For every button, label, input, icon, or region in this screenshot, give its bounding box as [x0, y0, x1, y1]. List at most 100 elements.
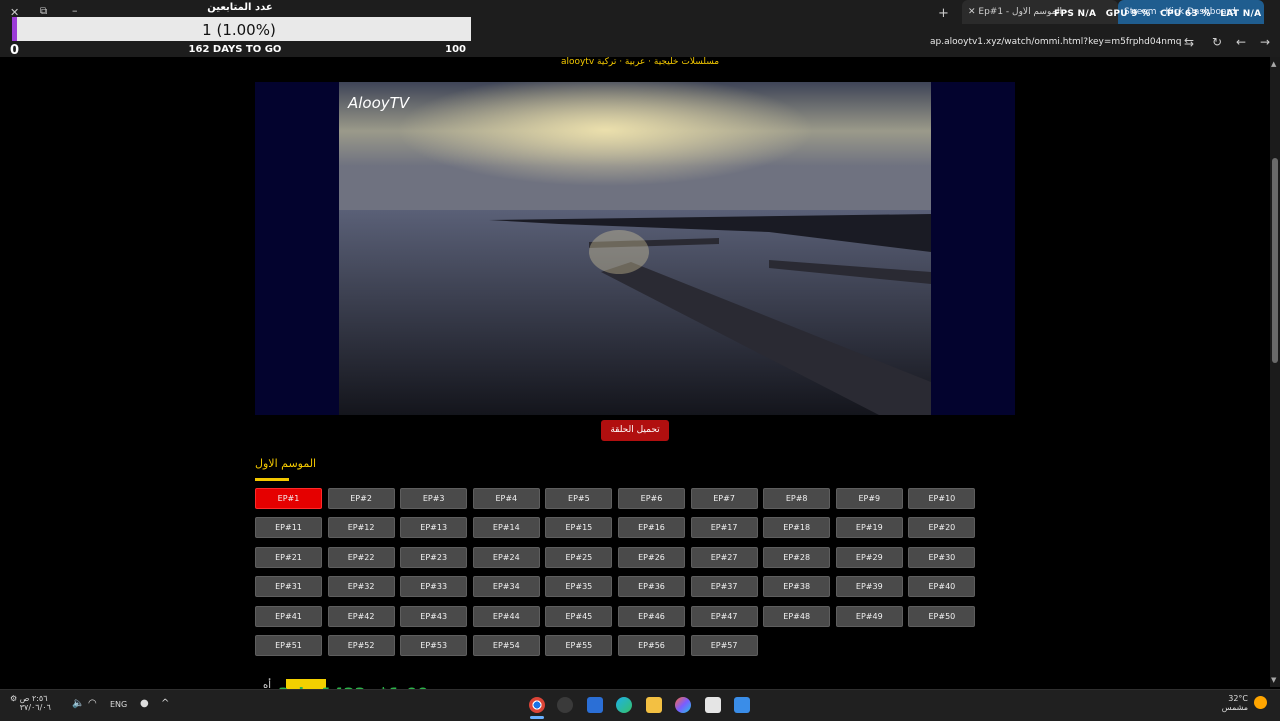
- scroll-down-icon[interactable]: ▼: [1271, 676, 1276, 684]
- app-icon[interactable]: [705, 697, 721, 713]
- episode-button[interactable]: EP#29: [835, 546, 903, 568]
- episode-button[interactable]: EP#52: [327, 635, 395, 656]
- episode-button[interactable]: EP#4: [472, 488, 540, 509]
- episode-button[interactable]: EP#20: [908, 517, 976, 539]
- episode-button[interactable]: EP#16: [618, 517, 685, 539]
- download-episode-button[interactable]: تحميل الحلقة: [601, 420, 669, 441]
- restore-icon[interactable]: ⧉: [40, 6, 47, 17]
- episode-button[interactable]: EP#48: [763, 605, 831, 627]
- episode-button[interactable]: EP#30: [908, 546, 976, 568]
- episode-button[interactable]: EP#41: [255, 605, 322, 627]
- episode-button[interactable]: EP#40: [908, 576, 976, 598]
- settings-icon[interactable]: ⚙: [10, 694, 20, 703]
- episode-button[interactable]: EP#12: [327, 517, 395, 539]
- episode-button[interactable]: EP#10: [908, 488, 976, 509]
- episode-button[interactable]: EP#37: [690, 576, 758, 598]
- volume-icon[interactable]: 🔈: [72, 698, 84, 709]
- followers-goal-title: عدد المتابعين: [207, 2, 273, 13]
- scrollbar[interactable]: [1270, 57, 1280, 687]
- episode-button[interactable]: EP#9: [835, 488, 903, 509]
- episode-button[interactable]: EP#28: [763, 546, 831, 568]
- episode-button[interactable]: EP#55: [545, 635, 613, 656]
- weather-widget[interactable]: 32°C مشمس: [1214, 694, 1248, 712]
- minimize-icon[interactable]: –: [72, 4, 78, 17]
- episode-button[interactable]: EP#32: [327, 576, 395, 598]
- episode-button[interactable]: EP#26: [618, 546, 685, 568]
- hud-lat: LAT N/A: [1220, 9, 1262, 19]
- episode-button[interactable]: EP#17: [690, 517, 758, 539]
- site-logo: AlooyTV: [348, 94, 410, 112]
- episode-button[interactable]: EP#22: [327, 546, 395, 568]
- episode-button[interactable]: EP#15: [545, 517, 613, 539]
- scroll-up-icon[interactable]: ▲: [1271, 60, 1276, 68]
- video-frame[interactable]: [339, 82, 931, 415]
- translate-icon[interactable]: ⇆: [1181, 34, 1197, 50]
- episode-button[interactable]: EP#25: [545, 546, 613, 568]
- performance-hud: FPS N/A GPU 9 % CPU 63 % LAT N/A: [1054, 9, 1274, 25]
- language-indicator[interactable]: ENG: [110, 700, 127, 709]
- followers-goal-max: 100: [445, 44, 466, 55]
- back-icon[interactable]: →: [1257, 34, 1273, 50]
- episode-button[interactable]: EP#47: [690, 605, 758, 627]
- forward-icon[interactable]: ←: [1233, 34, 1249, 50]
- episode-button[interactable]: EP#46: [618, 605, 685, 627]
- episode-button[interactable]: EP#42: [327, 605, 395, 627]
- episode-button[interactable]: EP#33: [400, 576, 468, 598]
- episode-button[interactable]: EP#24: [472, 546, 540, 568]
- episode-button[interactable]: EP#14: [472, 517, 540, 539]
- episode-button[interactable]: EP#45: [545, 605, 613, 627]
- episode-button[interactable]: EP#18: [763, 517, 831, 539]
- address-bar[interactable]: ap.alooytv1.xyz/watch/ommi.html?key=m5fr…: [930, 32, 1200, 52]
- breadcrumb[interactable]: alooytv مسلسلات خليجية · عربية · تركية: [520, 57, 760, 67]
- episode-button[interactable]: EP#34: [472, 576, 540, 598]
- episode-button[interactable]: EP#2: [327, 488, 395, 509]
- folder-icon[interactable]: [646, 697, 662, 713]
- chrome-icon[interactable]: [529, 697, 545, 713]
- windows-start-icon[interactable]: [734, 697, 750, 713]
- copilot-icon[interactable]: [675, 697, 691, 713]
- episode-button[interactable]: EP#27: [690, 546, 758, 568]
- store-icon[interactable]: [587, 697, 603, 713]
- episode-button[interactable]: EP#39: [835, 576, 903, 598]
- episode-button[interactable]: EP#57: [690, 635, 758, 656]
- episode-button[interactable]: EP#51: [255, 635, 322, 656]
- episode-button[interactable]: EP#5: [545, 488, 613, 509]
- edge-icon[interactable]: [616, 697, 632, 713]
- episode-button[interactable]: EP#21: [255, 546, 322, 568]
- season-underline: [255, 478, 289, 481]
- episode-button[interactable]: EP#31: [255, 576, 322, 598]
- episode-button[interactable]: EP#50: [908, 605, 976, 627]
- mic-icon[interactable]: ●: [140, 698, 149, 709]
- clock-text: ٢:٥٦ ص ٣٧/٠٦/٠٦: [19, 694, 51, 712]
- clock[interactable]: ⚙ ٢:٥٦ ص ٣٧/٠٦/٠٦: [10, 694, 51, 712]
- episode-button[interactable]: EP#53: [400, 635, 468, 656]
- episode-button[interactable]: EP#1: [255, 488, 322, 509]
- chevron-up-icon[interactable]: ^: [161, 698, 169, 709]
- episode-button[interactable]: EP#7: [690, 488, 758, 509]
- episode-button[interactable]: EP#11: [255, 517, 322, 539]
- notification-icon[interactable]: [1254, 696, 1267, 709]
- episode-button[interactable]: EP#44: [472, 605, 540, 627]
- wifi-icon[interactable]: ◠: [88, 698, 97, 709]
- hud-fps: FPS N/A: [1054, 9, 1097, 19]
- season-title[interactable]: الموسم الاول: [255, 457, 316, 470]
- episode-button[interactable]: EP#38: [763, 576, 831, 598]
- episode-button[interactable]: EP#36: [618, 576, 685, 598]
- close-icon[interactable]: ✕: [968, 7, 978, 17]
- episode-button[interactable]: EP#3: [400, 488, 468, 509]
- scrollbar-thumb[interactable]: [1272, 158, 1278, 363]
- new-tab-button[interactable]: +: [938, 6, 949, 21]
- episode-button[interactable]: EP#8: [763, 488, 831, 509]
- episode-button[interactable]: EP#6: [618, 488, 685, 509]
- episode-button[interactable]: EP#19: [835, 517, 903, 539]
- episode-button[interactable]: EP#23: [400, 546, 468, 568]
- video-scene: [339, 82, 931, 415]
- episode-button[interactable]: EP#13: [400, 517, 468, 539]
- reload-icon[interactable]: ↻: [1209, 34, 1225, 50]
- episode-button[interactable]: EP#35: [545, 576, 613, 598]
- obs-icon[interactable]: [557, 697, 573, 713]
- episode-button[interactable]: EP#54: [472, 635, 540, 656]
- episode-button[interactable]: EP#43: [400, 605, 468, 627]
- episode-button[interactable]: EP#49: [835, 605, 903, 627]
- episode-button[interactable]: EP#56: [618, 635, 685, 656]
